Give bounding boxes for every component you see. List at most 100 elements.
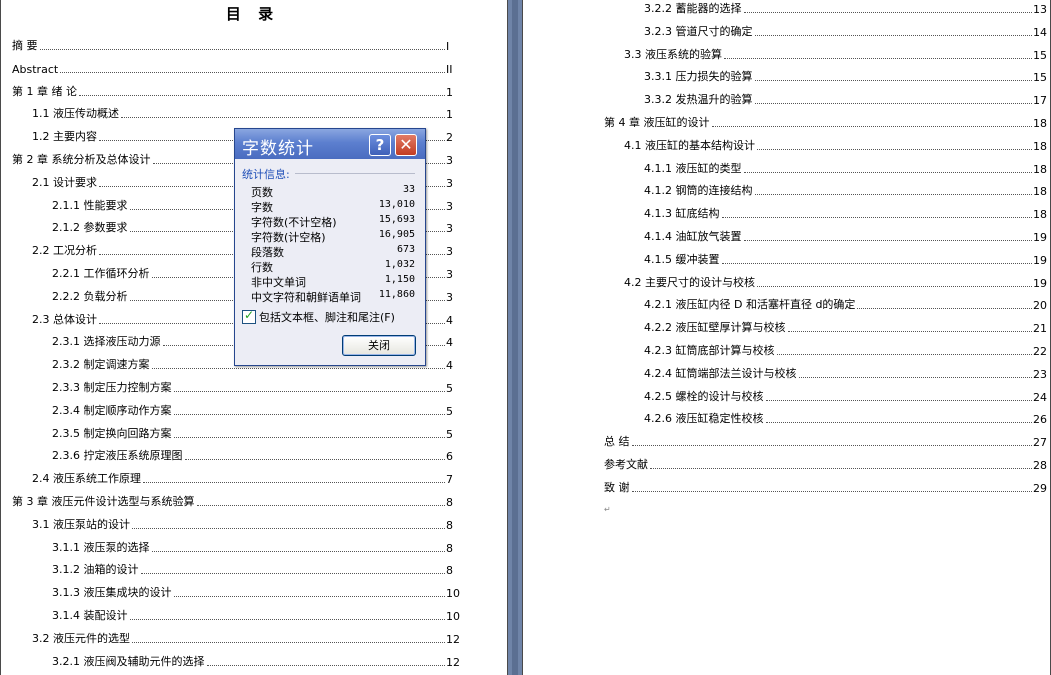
toc-entry[interactable]: 4.1.5 缓冲装置 19 — [644, 251, 1047, 267]
toc-entry[interactable]: 4.2.2 液压缸壁厚计算与校核 21 — [644, 319, 1047, 335]
toc-entry[interactable]: 4.1 液压缸的基本结构设计 18 — [624, 137, 1047, 153]
toc-leader-dots — [711, 125, 1032, 127]
toc-entry[interactable]: 4.2.3 缸筒底部计算与校核 22 — [644, 342, 1047, 358]
toc-entry[interactable]: 4.2 主要尺寸的设计与校核 19 — [624, 274, 1047, 290]
toc-entry[interactable]: 第 3 章 液压元件设计选型与系统验算 8 — [12, 493, 458, 509]
toc-leader-dots — [60, 71, 445, 73]
toc-entry[interactable]: 4.1.2 钢筒的连接结构 18 — [644, 182, 1047, 198]
toc-leader-dots — [121, 116, 445, 119]
toc-entry[interactable]: 3.2.1 液压阀及辅助元件的选择 12 — [52, 653, 460, 669]
toc-page-number: 10 — [446, 587, 460, 601]
toc-leader-dots — [129, 618, 445, 620]
toc-entry[interactable]: 3.3 液压系统的验算 15 — [624, 46, 1047, 62]
help-icon[interactable]: ? — [369, 134, 391, 156]
include-textboxes-checkbox[interactable]: ✓ — [242, 308, 256, 324]
toc-entry-text: 4.2 主要尺寸的设计与校核 — [624, 275, 755, 289]
toc-entry[interactable]: 3.2 液压元件的选型 12 — [32, 630, 460, 646]
toc-page-number: 2 — [446, 131, 453, 145]
toc-entry-text: 2.3.2 制定调速方案 — [52, 358, 150, 372]
toc-entry[interactable]: 3.2.2 蓄能器的选择 13 — [644, 0, 1047, 16]
toc-entry[interactable]: 参考文献 28 — [604, 456, 1047, 472]
toc-page-number: 27 — [1033, 436, 1047, 450]
toc-page-number: 8 — [446, 496, 453, 509]
toc-page-number: 3 — [446, 176, 453, 190]
toc-entry[interactable]: 2.3.5 制定换向回路方案 5 — [52, 425, 458, 441]
toc-page-number: 8 — [446, 564, 453, 578]
toc-page-number: 19 — [1033, 231, 1047, 244]
toc-entry[interactable]: 4.2.5 螺栓的设计与校核 24 — [644, 388, 1047, 404]
toc-page-number: 15 — [1033, 71, 1047, 85]
toc-leader-dots — [754, 79, 1032, 82]
toc-entry[interactable]: 2.4 液压系统工作原理 7 — [32, 470, 458, 486]
toc-entry-text: 2.1.1 性能要求 — [52, 198, 128, 212]
toc-entry[interactable]: 3.1.2 油箱的设计 8 — [52, 561, 458, 577]
toc-entry[interactable]: 3.1.3 液压集成块的设计 10 — [52, 584, 460, 601]
toc-entry[interactable]: 4.2.4 缸筒端部法兰设计与校核 23 — [644, 365, 1047, 381]
page-gutter — [508, 0, 522, 675]
toc-leader-dots — [765, 399, 1032, 401]
toc-entry-text: 3.1.2 油箱的设计 — [52, 563, 139, 577]
close-icon[interactable]: ✕ — [395, 134, 417, 156]
toc-entry[interactable]: 2.3.4 制定顺序动作方案 5 — [52, 402, 458, 418]
toc-entry-text: 2.3.1 选择液压动力源 — [52, 335, 161, 349]
toc-entry[interactable]: 4.2.1 液压缸内径 D 和活塞杆直径 d的确定 20 — [644, 296, 1047, 313]
toc-entry[interactable]: 2.3.6 拧定液压系统原理图 6 — [52, 447, 458, 463]
toc-page-number: 1 — [446, 85, 453, 99]
toc-entry-text: 4.1.5 缓冲装置 — [644, 252, 720, 266]
toc-entry-text: Abstract — [12, 62, 59, 76]
toc-leader-dots — [765, 421, 1032, 424]
stat-label: 字符数(计空格) — [251, 231, 326, 244]
toc-page-number: 24 — [1033, 390, 1047, 404]
toc-entry-text: 4.2.6 液压缸稳定性校核 — [644, 412, 764, 426]
stat-label: 中文字符和朝鲜语单词 — [251, 291, 361, 304]
toc-page-number: 28 — [1033, 459, 1047, 472]
toc-entry[interactable]: 总 结 27 — [604, 433, 1047, 450]
stat-row: 中文字符和朝鲜语单词 11,860 — [251, 289, 417, 304]
include-textboxes-label[interactable]: 包括文本框、脚注和尾注(F) — [259, 309, 395, 325]
toc-entry[interactable]: 第 4 章 液压缸的设计 18 — [604, 114, 1047, 130]
toc-page-number: 4 — [446, 336, 453, 350]
checkmark-icon: ✓ — [244, 308, 255, 322]
toc-entry[interactable]: 1.1 液压传动概述 1 — [32, 105, 458, 121]
toc-entry[interactable]: 4.1.1 液压缸的类型 18 — [644, 160, 1047, 176]
toc-leader-dots — [151, 367, 445, 370]
stat-label: 段落数 — [251, 246, 284, 259]
toc-page-number: 20 — [1033, 299, 1047, 313]
toc-entry[interactable]: 4.1.3 缸底结构 18 — [644, 205, 1047, 221]
toc-entry-text: 4.1.4 油缸放气装置 — [644, 230, 742, 243]
toc-entry[interactable]: Abstract II — [12, 60, 458, 76]
toc-page-number: 18 — [1033, 139, 1047, 153]
toc-entry[interactable]: 2.3.3 制定压力控制方案 5 — [52, 379, 458, 395]
toc-entry[interactable]: 第 1 章 绪 论 1 — [12, 83, 458, 99]
toc-entry-text: 参考文献 — [604, 458, 648, 471]
stat-row: 行数 1,032 — [251, 259, 417, 274]
toc-entry-text: 3.1.3 液压集成块的设计 — [52, 586, 172, 600]
toc-entry[interactable]: 3.3.2 发热温升的验算 17 — [644, 91, 1047, 107]
toc-entry[interactable]: 致 谢 29 — [604, 479, 1047, 495]
toc-leader-dots — [132, 641, 445, 643]
toc-entry[interactable]: 3.1.4 装配设计 10 — [52, 607, 460, 623]
toc-entry[interactable]: 3.2.3 管道尺寸的确定 14 — [644, 23, 1047, 39]
toc-entry-text: 3.3.1 压力损失的验算 — [644, 70, 753, 84]
toc-leader-dots — [206, 664, 445, 666]
dialog-title-bar[interactable]: 字数统计 ? ✕ — [235, 129, 425, 159]
page-border-left — [0, 0, 1, 675]
toc-entry[interactable]: 3.3.1 压力损失的验算 15 — [644, 68, 1047, 85]
toc-entry-text: 2.3.6 拧定液压系统原理图 — [52, 449, 183, 463]
toc-entry-text: 4.2.1 液压缸内径 D 和活塞杆直径 d的确定 — [644, 298, 856, 312]
toc-page-number: 1 — [446, 108, 453, 122]
toc-entry[interactable]: 4.1.4 油缸放气装置 19 — [644, 228, 1047, 244]
toc-entry-text: 4.1.2 钢筒的连接结构 — [644, 184, 753, 198]
toc-entry[interactable]: 3.1.1 液压泵的选择 8 — [52, 539, 458, 555]
toc-leader-dots — [173, 413, 445, 415]
toc-entry-text: 总 结 — [604, 435, 630, 449]
toc-entry-text: 2.2.1 工作循环分析 — [52, 267, 150, 280]
toc-entry-text: 4.2.5 螺栓的设计与校核 — [644, 389, 764, 403]
toc-entry[interactable]: 4.2.6 液压缸稳定性校核 26 — [644, 410, 1047, 426]
stat-value: 1,032 — [384, 259, 415, 270]
toc-entry[interactable]: 3.1 液压泵站的设计 8 — [32, 516, 458, 532]
close-button[interactable]: 关闭 — [342, 335, 416, 356]
toc-entry[interactable]: 摘 要I — [12, 37, 458, 53]
toc-leader-dots — [857, 307, 1032, 310]
section-divider — [295, 173, 415, 174]
